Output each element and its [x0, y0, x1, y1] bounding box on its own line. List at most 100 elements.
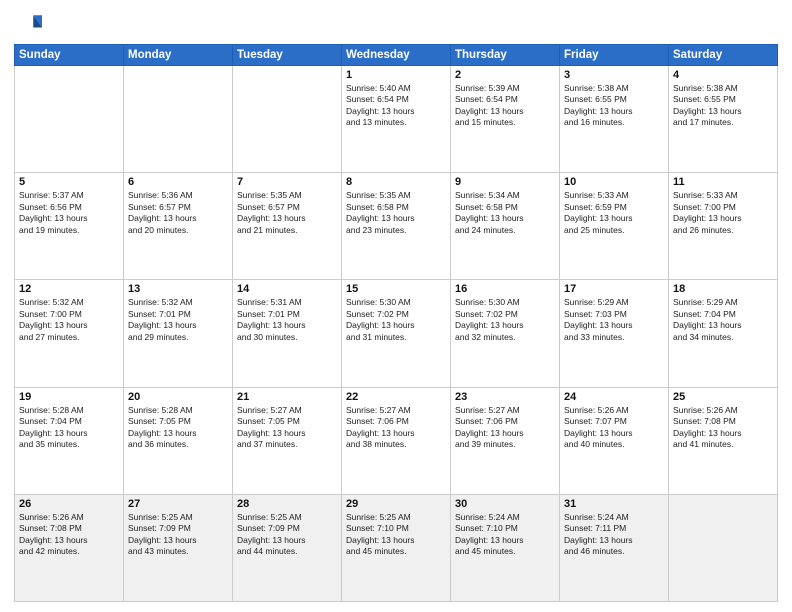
day-number: 1: [346, 69, 446, 81]
day-info: Sunrise: 5:30 AM Sunset: 7:02 PM Dayligh…: [455, 297, 555, 343]
day-info: Sunrise: 5:35 AM Sunset: 6:58 PM Dayligh…: [346, 190, 446, 236]
calendar-body: 1Sunrise: 5:40 AM Sunset: 6:54 PM Daylig…: [15, 66, 778, 602]
day-number: 16: [455, 283, 555, 295]
week-row-2: 5 Sunrise: 5:37 AM Sunset: 6:56 PM Daylig…: [15, 173, 778, 280]
day-info: Sunrise: 5:28 AM Sunset: 7:04 PM Dayligh…: [19, 405, 119, 451]
day-cell: 5 Sunrise: 5:37 AM Sunset: 6:56 PM Daylig…: [15, 173, 124, 280]
day-cell: 15 Sunrise: 5:30 AM Sunset: 7:02 PM Dayli…: [342, 280, 451, 387]
day-info: Sunrise: 5:27 AM Sunset: 7:06 PM Dayligh…: [346, 405, 446, 451]
day-cell: 18 Sunrise: 5:29 AM Sunset: 7:04 PM Dayli…: [669, 280, 778, 387]
logo-icon: [14, 10, 42, 38]
day-cell: 12 Sunrise: 5:32 AM Sunset: 7:00 PM Dayli…: [15, 280, 124, 387]
day-number: 17: [564, 283, 664, 295]
day-cell: 10Sunrise: 5:33 AM Sunset: 6:59 PM Dayli…: [560, 173, 669, 280]
day-number: 13: [128, 283, 228, 295]
day-info: Sunrise: 5:26 AM Sunset: 7:07 PM Dayligh…: [564, 405, 664, 451]
day-info: Sunrise: 5:29 AM Sunset: 7:04 PM Dayligh…: [673, 297, 773, 343]
day-info: Sunrise: 5:37 AM Sunset: 6:56 PM Dayligh…: [19, 190, 119, 236]
day-cell: [233, 66, 342, 173]
day-info: Sunrise: 5:25 AM Sunset: 7:09 PM Dayligh…: [237, 512, 337, 558]
day-cell: [15, 66, 124, 173]
day-cell: 30 Sunrise: 5:24 AM Sunset: 7:10 PM Dayli…: [451, 494, 560, 601]
day-number: 10: [564, 176, 664, 188]
day-info: Sunrise: 5:30 AM Sunset: 7:02 PM Dayligh…: [346, 297, 446, 343]
day-info: Sunrise: 5:31 AM Sunset: 7:01 PM Dayligh…: [237, 297, 337, 343]
day-info: Sunrise: 5:36 AM Sunset: 6:57 PM Dayligh…: [128, 190, 228, 236]
day-info: Sunrise: 5:27 AM Sunset: 7:05 PM Dayligh…: [237, 405, 337, 451]
logo: [14, 10, 46, 38]
calendar-table: SundayMondayTuesdayWednesdayThursdayFrid…: [14, 44, 778, 602]
day-number: 18: [673, 283, 773, 295]
day-number: 19: [19, 391, 119, 403]
day-cell: 9Sunrise: 5:34 AM Sunset: 6:58 PM Daylig…: [451, 173, 560, 280]
day-cell: 26 Sunrise: 5:26 AM Sunset: 7:08 PM Dayli…: [15, 494, 124, 601]
day-number: 22: [346, 391, 446, 403]
day-cell: 31 Sunrise: 5:24 AM Sunset: 7:11 PM Dayli…: [560, 494, 669, 601]
header-cell-wednesday: Wednesday: [342, 45, 451, 66]
day-info: Sunrise: 5:39 AM Sunset: 6:54 PM Dayligh…: [455, 83, 555, 129]
week-row-4: 19 Sunrise: 5:28 AM Sunset: 7:04 PM Dayli…: [15, 387, 778, 494]
day-info: Sunrise: 5:34 AM Sunset: 6:58 PM Dayligh…: [455, 190, 555, 236]
day-cell: 14 Sunrise: 5:31 AM Sunset: 7:01 PM Dayli…: [233, 280, 342, 387]
day-number: 4: [673, 69, 773, 81]
page: SundayMondayTuesdayWednesdayThursdayFrid…: [0, 0, 792, 612]
day-cell: 27 Sunrise: 5:25 AM Sunset: 7:09 PM Dayli…: [124, 494, 233, 601]
day-cell: 1Sunrise: 5:40 AM Sunset: 6:54 PM Daylig…: [342, 66, 451, 173]
day-number: 27: [128, 498, 228, 510]
header-cell-thursday: Thursday: [451, 45, 560, 66]
day-cell: 4 Sunrise: 5:38 AM Sunset: 6:55 PM Daylig…: [669, 66, 778, 173]
day-number: 31: [564, 498, 664, 510]
day-cell: 6 Sunrise: 5:36 AM Sunset: 6:57 PM Daylig…: [124, 173, 233, 280]
header-cell-tuesday: Tuesday: [233, 45, 342, 66]
day-number: 12: [19, 283, 119, 295]
day-cell: 17Sunrise: 5:29 AM Sunset: 7:03 PM Dayli…: [560, 280, 669, 387]
day-info: Sunrise: 5:38 AM Sunset: 6:55 PM Dayligh…: [564, 83, 664, 129]
day-cell: [124, 66, 233, 173]
day-number: 24: [564, 391, 664, 403]
day-number: 3: [564, 69, 664, 81]
day-number: 26: [19, 498, 119, 510]
header-cell-saturday: Saturday: [669, 45, 778, 66]
day-number: 5: [19, 176, 119, 188]
day-number: 29: [346, 498, 446, 510]
day-number: 23: [455, 391, 555, 403]
day-cell: 7 Sunrise: 5:35 AM Sunset: 6:57 PM Daylig…: [233, 173, 342, 280]
day-info: Sunrise: 5:38 AM Sunset: 6:55 PM Dayligh…: [673, 83, 773, 129]
day-number: 21: [237, 391, 337, 403]
header: [14, 10, 778, 38]
day-number: 30: [455, 498, 555, 510]
day-cell: 11Sunrise: 5:33 AM Sunset: 7:00 PM Dayli…: [669, 173, 778, 280]
header-row: SundayMondayTuesdayWednesdayThursdayFrid…: [15, 45, 778, 66]
day-number: 15: [346, 283, 446, 295]
day-cell: 22 Sunrise: 5:27 AM Sunset: 7:06 PM Dayli…: [342, 387, 451, 494]
day-cell: 29 Sunrise: 5:25 AM Sunset: 7:10 PM Dayli…: [342, 494, 451, 601]
day-cell: 16 Sunrise: 5:30 AM Sunset: 7:02 PM Dayli…: [451, 280, 560, 387]
day-info: Sunrise: 5:26 AM Sunset: 7:08 PM Dayligh…: [19, 512, 119, 558]
header-cell-monday: Monday: [124, 45, 233, 66]
day-number: 11: [673, 176, 773, 188]
day-number: 14: [237, 283, 337, 295]
day-info: Sunrise: 5:25 AM Sunset: 7:09 PM Dayligh…: [128, 512, 228, 558]
day-number: 6: [128, 176, 228, 188]
week-row-1: 1Sunrise: 5:40 AM Sunset: 6:54 PM Daylig…: [15, 66, 778, 173]
day-info: Sunrise: 5:26 AM Sunset: 7:08 PM Dayligh…: [673, 405, 773, 451]
day-number: 8: [346, 176, 446, 188]
day-number: 2: [455, 69, 555, 81]
day-info: Sunrise: 5:24 AM Sunset: 7:11 PM Dayligh…: [564, 512, 664, 558]
day-cell: 13 Sunrise: 5:32 AM Sunset: 7:01 PM Dayli…: [124, 280, 233, 387]
day-info: Sunrise: 5:35 AM Sunset: 6:57 PM Dayligh…: [237, 190, 337, 236]
day-cell: 24 Sunrise: 5:26 AM Sunset: 7:07 PM Dayli…: [560, 387, 669, 494]
day-cell: 25Sunrise: 5:26 AM Sunset: 7:08 PM Dayli…: [669, 387, 778, 494]
day-info: Sunrise: 5:32 AM Sunset: 7:01 PM Dayligh…: [128, 297, 228, 343]
day-info: Sunrise: 5:28 AM Sunset: 7:05 PM Dayligh…: [128, 405, 228, 451]
day-number: 20: [128, 391, 228, 403]
day-info: Sunrise: 5:25 AM Sunset: 7:10 PM Dayligh…: [346, 512, 446, 558]
day-cell: 3 Sunrise: 5:38 AM Sunset: 6:55 PM Daylig…: [560, 66, 669, 173]
day-cell: 28Sunrise: 5:25 AM Sunset: 7:09 PM Dayli…: [233, 494, 342, 601]
day-info: Sunrise: 5:27 AM Sunset: 7:06 PM Dayligh…: [455, 405, 555, 451]
day-cell: 8 Sunrise: 5:35 AM Sunset: 6:58 PM Daylig…: [342, 173, 451, 280]
day-info: Sunrise: 5:24 AM Sunset: 7:10 PM Dayligh…: [455, 512, 555, 558]
day-number: 7: [237, 176, 337, 188]
day-info: Sunrise: 5:32 AM Sunset: 7:00 PM Dayligh…: [19, 297, 119, 343]
calendar-header: SundayMondayTuesdayWednesdayThursdayFrid…: [15, 45, 778, 66]
